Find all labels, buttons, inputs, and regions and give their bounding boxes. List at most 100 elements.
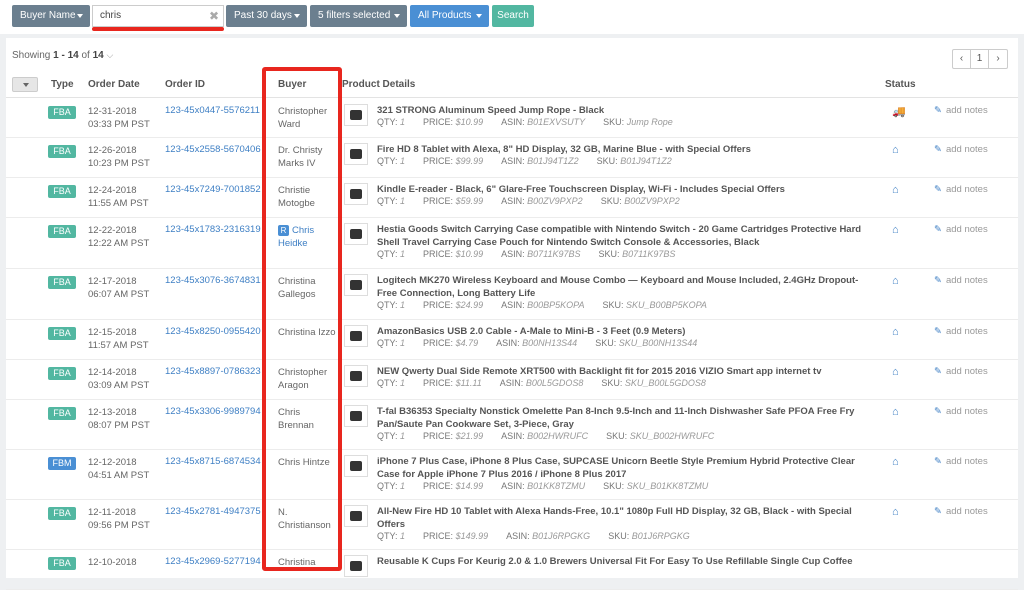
product-meta: QTY: 1 PRICE: $149.99 ASIN: B01J6RPGKG SKU:… — [377, 531, 690, 541]
table-row[interactable]: FBA 12-17-2018 06:07 AM PST 123-45x3076-367… — [6, 269, 1018, 320]
col-order-date[interactable]: Order Date — [88, 79, 140, 90]
table-header: Type Order Date Order ID Buyer Product D… — [6, 74, 1018, 98]
table-row[interactable]: FBA 12-11-2018 09:56 PM PST 123-45x2781-494… — [6, 500, 1018, 550]
product-thumbnail — [344, 555, 368, 577]
product-thumbnail — [344, 223, 368, 245]
home-icon: ⌂ — [892, 456, 899, 468]
product-title: Reusable K Cups For Keurig 2.0 & 1.0 Bre… — [377, 556, 853, 567]
add-notes-link[interactable]: ✎ add notes — [934, 105, 988, 116]
table-row[interactable]: FBA 12-14-2018 03:09 AM PST 123-45x8897-078… — [6, 360, 1018, 400]
product-meta: QTY: 1 PRICE: $10.99 ASIN: B01EXVSUTY SKU: … — [377, 117, 673, 127]
bulk-select-dropdown[interactable] — [12, 77, 38, 92]
chevron-down-icon — [77, 14, 83, 18]
fulfillment-badge: FBA — [48, 327, 76, 340]
fulfillment-badge: FBA — [48, 367, 76, 380]
product-thumbnail — [344, 143, 368, 165]
search-input[interactable]: chris ✖ — [92, 5, 224, 27]
chevron-down-icon — [394, 14, 400, 18]
fulfillment-badge: FBA — [48, 225, 76, 238]
product-title: All-New Fire HD 10 Tablet with Alexa Han… — [377, 506, 852, 530]
product-thumbnail — [344, 405, 368, 427]
chevron-down-icon — [23, 83, 29, 87]
product-title: iPhone 7 Plus Case, iPhone 8 Plus Case, … — [377, 456, 855, 480]
order-id-link[interactable]: 123-45x2558-5670406 — [165, 144, 262, 155]
add-notes-link[interactable]: ✎ add notes — [934, 326, 988, 337]
add-notes-link[interactable]: ✎ add notes — [934, 184, 988, 195]
pencil-icon: ✎ — [934, 275, 942, 286]
order-id-link[interactable]: 123-45x3306-9989794 — [165, 406, 262, 417]
add-notes-link[interactable]: ✎ add notes — [934, 456, 988, 467]
next-page-button[interactable]: › — [989, 50, 1007, 68]
home-icon: ⌂ — [892, 326, 899, 338]
product-meta: QTY: 1 PRICE: $10.99 ASIN: B0711K97BS SKU: … — [377, 249, 676, 259]
filters-dropdown[interactable]: 5 filters selected — [310, 5, 407, 27]
order-date: 12-31-2018 03:33 PM PST — [88, 106, 150, 130]
order-date: 12-14-2018 03:09 AM PST — [88, 367, 150, 391]
add-notes-link[interactable]: ✎ add notes — [934, 506, 988, 517]
col-order-id[interactable]: Order ID — [165, 79, 205, 90]
order-date: 12-15-2018 11:57 AM PST — [88, 327, 149, 351]
product-thumbnail — [344, 183, 368, 205]
product-thumbnail — [344, 104, 368, 126]
prev-page-button[interactable]: ‹ — [953, 50, 971, 68]
table-row[interactable]: FBA 12-13-2018 08:07 PM PST 123-45x3306-998… — [6, 400, 1018, 450]
products-dropdown[interactable]: All Products — [410, 5, 489, 27]
order-id-link[interactable]: 123-45x1783-2316319 — [165, 224, 262, 235]
product-image-icon — [350, 189, 362, 199]
truck-icon: 🚚 — [892, 106, 906, 118]
chevron-down-icon — [294, 14, 300, 18]
col-product-details[interactable]: Product Details — [342, 79, 415, 90]
fulfillment-badge: FBA — [48, 276, 76, 289]
order-date: 12-11-2018 09:56 PM PST — [88, 507, 150, 531]
fulfillment-badge: FBA — [48, 407, 76, 420]
table-row[interactable]: FBA 12-22-2018 12:22 AM PST 123-45x1783-231… — [6, 218, 1018, 269]
table-row[interactable]: FBA 12-24-2018 11:55 AM PST 123-45x7249-700… — [6, 178, 1018, 218]
clear-icon[interactable]: ✖ — [209, 6, 219, 26]
product-meta: QTY: 1 PRICE: $99.99 ASIN: B01J94T1Z2 SKU: … — [377, 156, 672, 166]
buyer-column-highlight — [262, 67, 342, 571]
fulfillment-badge: FBA — [48, 557, 76, 570]
order-id-link[interactable]: 123-45x3076-3674831 — [165, 275, 262, 286]
home-icon: ⌂ — [892, 224, 899, 236]
product-title: Logitech MK270 Wireless Keyboard and Mou… — [377, 275, 859, 299]
order-id-link[interactable]: 123-45x2781-4947375 — [165, 506, 262, 517]
table-row[interactable]: FBA 12-26-2018 10:23 PM PST 123-45x2558-567… — [6, 138, 1018, 178]
order-id-link[interactable]: 123-45x7249-7001852 — [165, 184, 262, 195]
chevron-down-icon[interactable]: ⌵ — [107, 50, 114, 60]
home-icon: ⌂ — [892, 184, 899, 196]
order-id-link[interactable]: 123-45x8897-0786323 — [165, 366, 262, 377]
table-row[interactable]: FBA 12-31-2018 03:33 PM PST 123-45x0447-557… — [6, 99, 1018, 138]
order-id-link[interactable]: 123-45x0447-5576211 — [165, 105, 262, 116]
pencil-icon: ✎ — [934, 105, 942, 116]
order-date: 12-10-2018 — [88, 557, 137, 568]
add-notes-link[interactable]: ✎ add notes — [934, 224, 988, 235]
product-meta: QTY: 1 PRICE: $21.99 ASIN: B002HWRUFC SKU: … — [377, 431, 715, 441]
home-icon: ⌂ — [892, 144, 899, 156]
product-image-icon — [350, 511, 362, 521]
search-field-dropdown[interactable]: Buyer Name — [12, 5, 90, 27]
date-range-dropdown[interactable]: Past 30 days — [226, 5, 307, 27]
table-row[interactable]: FBA 12-10-2018 123-45x2969-5277194 Christin… — [6, 550, 1018, 590]
product-meta: QTY: 1 PRICE: $24.99 ASIN: B00BP5KOPA SKU: … — [377, 300, 707, 310]
add-notes-link[interactable]: ✎ add notes — [934, 406, 988, 417]
pencil-icon: ✎ — [934, 184, 942, 195]
search-highlight-underline — [92, 27, 224, 31]
order-id-link[interactable]: 123-45x8250-0955420 — [165, 326, 262, 337]
order-id-link[interactable]: 123-45x8715-6874534 — [165, 456, 262, 467]
order-date: 12-13-2018 08:07 PM PST — [88, 407, 150, 431]
col-type[interactable]: Type — [51, 79, 74, 90]
page-number[interactable]: 1 — [971, 50, 989, 68]
add-notes-link[interactable]: ✎ add notes — [934, 275, 988, 286]
product-image-icon — [350, 461, 362, 471]
product-title: NEW Qwerty Dual Side Remote XRT500 with … — [377, 366, 822, 377]
search-button[interactable]: Search — [492, 5, 534, 27]
col-status[interactable]: Status — [885, 79, 916, 90]
add-notes-link[interactable]: ✎ add notes — [934, 366, 988, 377]
order-date: 12-24-2018 11:55 AM PST — [88, 185, 149, 209]
order-id-link[interactable]: 123-45x2969-5277194 — [165, 556, 262, 567]
add-notes-link[interactable]: ✎ add notes — [934, 144, 988, 155]
table-row[interactable]: FBA 12-15-2018 11:57 AM PST 123-45x8250-095… — [6, 320, 1018, 360]
table-row[interactable]: FBM 12-12-2018 04:51 AM PST 123-45x8715-687… — [6, 450, 1018, 500]
order-date: 12-12-2018 04:51 AM PST — [88, 457, 150, 481]
product-title: 321 STRONG Aluminum Speed Jump Rope - Bl… — [377, 105, 605, 116]
